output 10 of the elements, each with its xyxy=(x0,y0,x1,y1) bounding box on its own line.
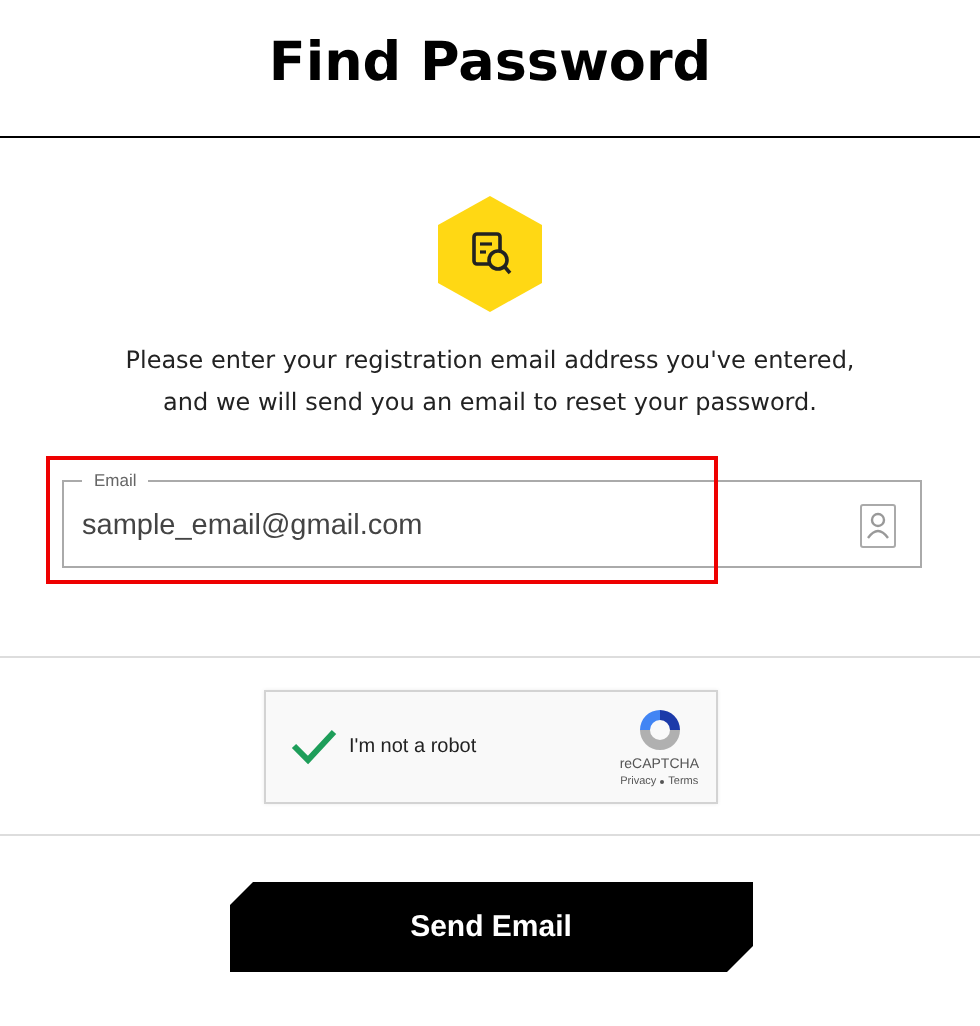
separator-dot xyxy=(660,779,665,783)
checkmark-icon[interactable] xyxy=(289,726,337,766)
send-email-button[interactable]: Send Email xyxy=(229,882,753,972)
email-field[interactable]: Email sample_email@gmail.com xyxy=(62,470,922,568)
document-search-icon xyxy=(438,196,542,312)
recaptcha-logo-icon xyxy=(635,705,684,753)
instruction-text: Please enter your registration email address you've entered, and we will send you an email to reset your password. xyxy=(123,344,857,420)
page-title: Find Password xyxy=(266,30,714,98)
person-icon xyxy=(860,503,896,547)
captcha-label: I'm not a robot xyxy=(349,735,479,757)
